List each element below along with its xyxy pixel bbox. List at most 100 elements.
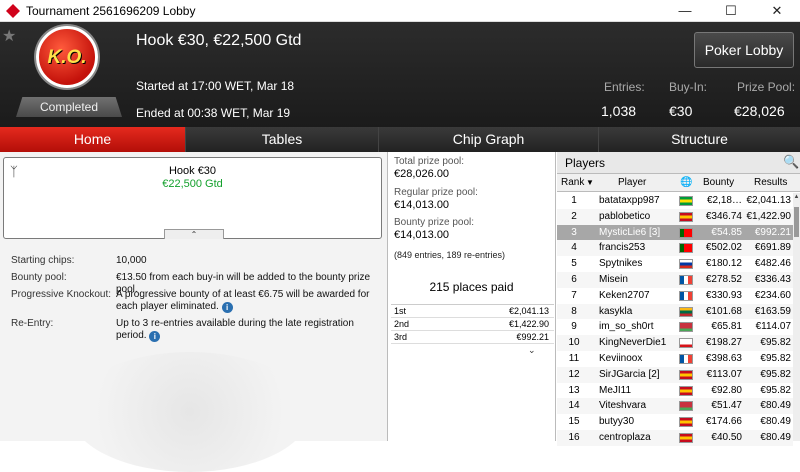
players-scrollbar[interactable]: ▲ [793, 193, 800, 441]
watermark-logo [70, 352, 310, 472]
player-name: kasykla [599, 305, 633, 317]
player-results: €2,041.13 [746, 195, 792, 206]
player-rank: 15 [568, 416, 580, 428]
player-rank: 5 [571, 258, 577, 270]
player-rank: 10 [568, 337, 580, 349]
badge-text: K.O. [47, 47, 87, 68]
country-flag-icon [679, 290, 693, 301]
player-results: €95.82 [760, 337, 791, 349]
player-results: €234.60 [754, 289, 791, 301]
player-results: €80.49 [760, 416, 791, 428]
players-title: Players [565, 156, 606, 170]
scrollbar-thumb[interactable] [794, 207, 799, 237]
regular-prize-label: Regular prize pool: [394, 187, 478, 198]
player-rank: 12 [568, 368, 580, 380]
player-rank: 16 [568, 431, 580, 443]
minimize-button[interactable]: — [662, 0, 708, 22]
tab-home[interactable]: Home [0, 127, 186, 152]
player-row[interactable]: 15 butyy30 €174.66 €80.49 [557, 414, 793, 430]
payout-place: 2nd [394, 319, 410, 329]
title-bar: Tournament 2561696209 Lobby — ☐ ✕ [0, 0, 800, 22]
player-bounty: €51.47 [711, 400, 742, 412]
expand-handle[interactable]: ⌃ [164, 229, 224, 239]
player-bounty: €40.50 [711, 431, 742, 443]
entries-note: (849 entries, 189 re-entries) [394, 250, 506, 260]
player-results: €95.82 [760, 352, 791, 364]
player-row[interactable]: 14 Viteshvara €51.47 €80.49 [557, 398, 793, 415]
total-prize-value: €28,026.00 [394, 168, 450, 180]
player-bounty: €54.85 [711, 226, 742, 238]
payout-expand-chevron-icon[interactable]: ⌄ [528, 345, 536, 356]
country-flag-icon [679, 417, 693, 428]
country-flag-icon [679, 211, 693, 222]
country-flag-icon [679, 338, 693, 349]
player-row[interactable]: 2 pablobetico €346.74 €1,422.90 [557, 208, 793, 225]
player-rank: 9 [571, 321, 577, 333]
country-flag-icon [679, 243, 693, 254]
payout-amount: €992.21 [516, 332, 549, 342]
player-row[interactable]: 6 Misein €278.52 €336.43 [557, 271, 793, 288]
country-flag-icon [679, 432, 693, 443]
detail-value-wrap: A progressive bounty of at least €6.75 w… [116, 289, 376, 313]
player-rank: 8 [571, 305, 577, 317]
player-row[interactable]: 9 im_so_sh0rt €65.81 €114.07 [557, 319, 793, 335]
detail-label: Bounty pool: [11, 272, 67, 283]
detail-value: 10,000 [116, 255, 147, 266]
player-name: MysticLie6 [3] [599, 226, 661, 238]
bounty-prize-value: €14,013.00 [394, 229, 450, 241]
scroll-up-arrow-icon[interactable]: ▲ [793, 193, 800, 201]
player-results: €80.49 [760, 400, 791, 412]
player-bounty: €278.52 [705, 273, 742, 285]
tab-bar: Home Tables Chip Graph Structure [0, 127, 800, 152]
players-panel: Players 🔍 Rank ▼ Player 🌐 Bounty Results… [557, 152, 800, 446]
player-name: im_so_sh0rt [599, 321, 654, 333]
tab-tables[interactable]: Tables [186, 127, 379, 152]
player-bounty: €198.27 [705, 337, 742, 349]
payout-table: 1st €2,041.13 2nd €1,422.90 3rd €992.21 [391, 304, 554, 344]
player-row[interactable]: 12 SirJGarcia [2] €113.07 €95.82 [557, 366, 793, 383]
info-icon[interactable]: i [149, 331, 161, 342]
detail-value: A progressive bounty of at least €6.75 w… [116, 289, 370, 312]
player-rank: 13 [568, 384, 580, 396]
player-name: Keviinoox [599, 352, 643, 364]
column-header-results[interactable]: Results [754, 177, 787, 188]
detail-value-wrap: Up to 3 re-entries available during the … [116, 318, 376, 342]
country-flag-icon [679, 306, 693, 317]
player-row[interactable]: 8 kasykla €101.68 €163.59 [557, 303, 793, 320]
poker-lobby-button[interactable]: Poker Lobby [694, 32, 794, 68]
column-header-rank[interactable]: Rank [561, 177, 584, 188]
country-flag-icon [679, 401, 693, 412]
player-rank: 14 [568, 400, 580, 412]
globe-icon[interactable]: 🌐 [680, 177, 692, 188]
start-time: Started at 17:00 WET, Mar 18 [136, 79, 295, 93]
player-row[interactable]: 16 centroplaza €40.50 €80.49 [557, 429, 793, 446]
player-row[interactable]: 7 Keken2707 €330.93 €234.60 [557, 288, 793, 304]
player-row[interactable]: 5 Spytnikes €180.12 €482.46 [557, 256, 793, 272]
info-icon[interactable]: i [221, 302, 233, 313]
player-row[interactable]: 3 MysticLie6 [3] €54.85 €992.21 [557, 224, 793, 241]
player-row[interactable]: 11 Keviinoox €398.63 €95.82 [557, 351, 793, 367]
player-row[interactable]: 4 francis253 €502.02 €691.89 [557, 240, 793, 257]
player-results: €95.82 [760, 384, 791, 396]
close-button[interactable]: ✕ [754, 0, 800, 22]
player-name: centroplaza [599, 431, 651, 443]
player-row[interactable]: 10 KingNeverDie1 €198.27 €95.82 [557, 335, 793, 351]
country-flag-icon [679, 353, 693, 364]
player-row[interactable]: 1 batataxpp987 €2,18… €2,041.13 [557, 193, 793, 209]
search-icon[interactable]: 🔍 [783, 154, 799, 170]
column-header-player[interactable]: Player [618, 177, 646, 188]
maximize-button[interactable]: ☐ [708, 0, 754, 22]
country-flag-icon [679, 369, 693, 380]
player-name: pablobetico [599, 210, 651, 222]
prize-pool-label: Prize Pool: [737, 80, 796, 94]
column-header-bounty[interactable]: Bounty [703, 177, 734, 188]
country-flag-icon [679, 227, 693, 238]
favorite-star-icon[interactable]: ★ [2, 26, 16, 46]
entries-label: Entries: [604, 80, 645, 94]
tab-chip-graph[interactable]: Chip Graph [379, 127, 599, 152]
player-name: Misein [599, 273, 628, 285]
player-bounty: €101.68 [705, 305, 742, 317]
player-row[interactable]: 13 MeJI11 €92.80 €95.82 [557, 383, 793, 399]
player-name: francis253 [599, 242, 646, 254]
tab-structure[interactable]: Structure [599, 127, 800, 152]
